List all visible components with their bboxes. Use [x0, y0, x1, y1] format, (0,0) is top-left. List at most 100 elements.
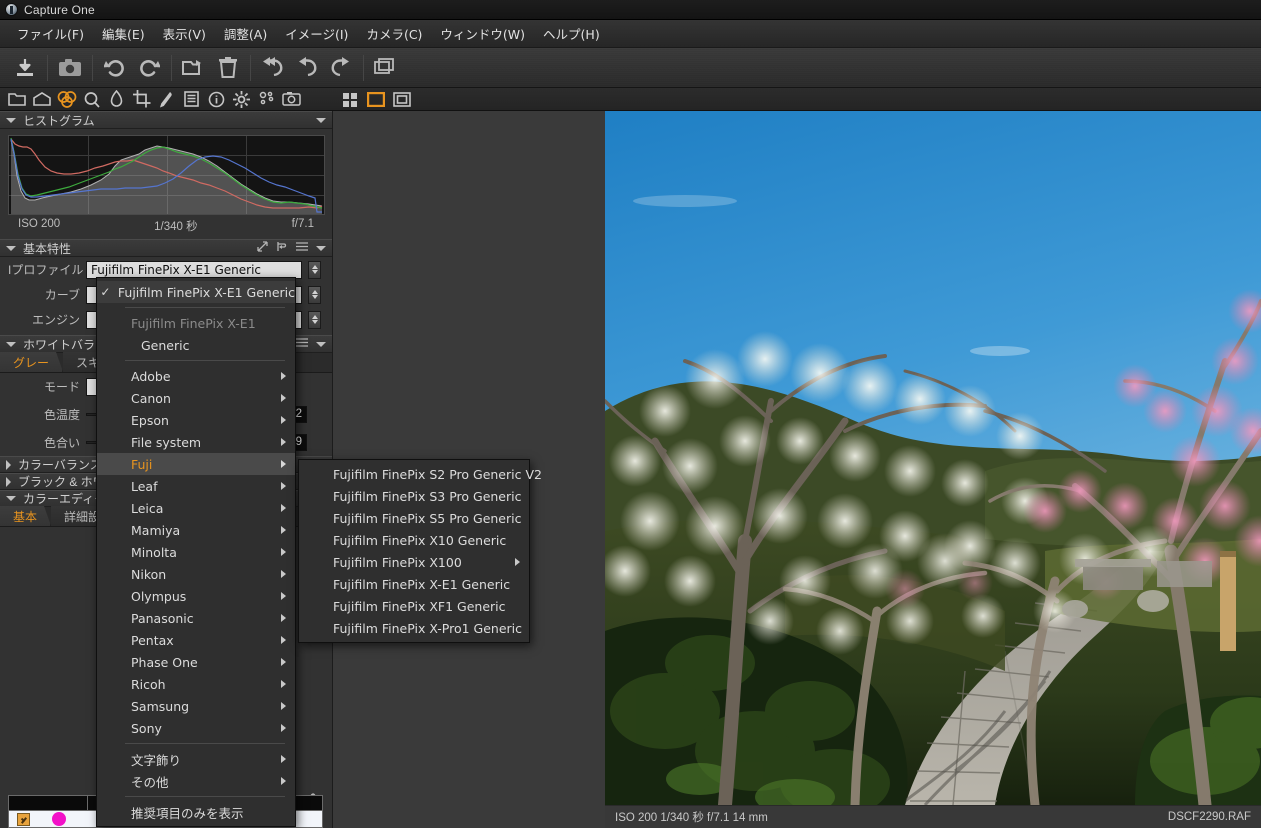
tab-wb-gray[interactable]: グレー [0, 352, 63, 372]
copy-apply-icon[interactable] [369, 48, 403, 88]
submenu-item-s5-pro-generic[interactable]: Fujifilm FinePix S5 Pro Generic [299, 507, 529, 529]
expand-icon[interactable] [257, 241, 268, 255]
tool-tab-strip [0, 88, 333, 111]
menu-item-show-recommended-only[interactable]: 推奨項目のみを表示 [97, 801, 295, 823]
tab-output-icon[interactable] [229, 88, 254, 111]
engine-stepper[interactable] [308, 310, 321, 329]
menu-item-current-profile[interactable]: ✓ Fujifilm FinePix X-E1 Generic [97, 281, 295, 303]
menu-item-other[interactable]: その他 [97, 770, 295, 792]
disclosure-triangle-icon[interactable] [6, 117, 16, 123]
menu-item-label: Fujifilm FinePix S2 Pro Generic V2 [333, 466, 542, 482]
menu-edit[interactable]: 編集(E) [93, 21, 154, 46]
menu-item-leica[interactable]: Leica [97, 497, 295, 519]
curve-stepper[interactable] [308, 285, 321, 304]
menu-window[interactable]: ウィンドウ(W) [431, 21, 534, 46]
menu-item-text-decoration[interactable]: 文字飾り [97, 748, 295, 770]
menu-item-adobe[interactable]: Adobe [97, 365, 295, 387]
tab-ce-basic[interactable]: 基本 [0, 506, 51, 526]
histogram-graph [8, 135, 325, 215]
undo-icon[interactable] [290, 48, 324, 88]
tab-lens-icon[interactable] [104, 88, 129, 111]
menu-item-phase-one[interactable]: Phase One [97, 651, 295, 673]
disclosure-triangle-icon[interactable] [6, 459, 11, 470]
capture-icon[interactable] [53, 48, 87, 88]
menu-image[interactable]: イメージ(I) [276, 21, 357, 46]
section-header-base-characteristics[interactable]: 基本特性 [0, 239, 332, 257]
menu-view[interactable]: 表示(V) [154, 21, 215, 46]
submenu-item-x100[interactable]: Fujifilm FinePix X100 [299, 551, 529, 573]
menu-help[interactable]: ヘルプ(H) [534, 21, 609, 46]
chevron-down-icon[interactable] [316, 341, 326, 347]
submenu-item-x-e1-generic[interactable]: Fujifilm FinePix X-E1 Generic [299, 573, 529, 595]
submenu-arrow-icon [281, 592, 286, 600]
menu-item-samsung[interactable]: Samsung [97, 695, 295, 717]
view-grid-icon[interactable] [337, 88, 363, 111]
icc-profile-dropdown-menu[interactable]: ✓ Fujifilm FinePix X-E1 Generic Fujifilm… [96, 277, 296, 827]
chevron-down-icon[interactable] [316, 245, 326, 251]
menu-item-leaf[interactable]: Leaf [97, 475, 295, 497]
menu-item-epson[interactable]: Epson [97, 409, 295, 431]
reset-icon[interactable] [276, 241, 288, 255]
menu-camera[interactable]: カメラ(C) [357, 21, 431, 46]
menu-item-nikon[interactable]: Nikon [97, 563, 295, 585]
submenu-item-xf1-generic[interactable]: Fujifilm FinePix XF1 Generic [299, 595, 529, 617]
disclosure-triangle-icon[interactable] [6, 341, 16, 347]
tab-camera-icon[interactable] [279, 88, 304, 111]
icc-profile-combo[interactable]: Fujifilm FinePix X-E1 Generic [86, 260, 302, 279]
tab-exposure-icon[interactable] [79, 88, 104, 111]
submenu-item-x-pro1-generic[interactable]: Fujifilm FinePix X-Pro1 Generic [299, 617, 529, 639]
submenu-item-x10-generic[interactable]: Fujifilm FinePix X10 Generic [299, 529, 529, 551]
presets-menu-icon[interactable] [296, 242, 308, 254]
menu-bar: ファイル(F) 編集(E) 表示(V) 調整(A) イメージ(I) カメラ(C)… [0, 20, 1261, 48]
tab-capture-icon[interactable] [29, 88, 54, 111]
menu-group-header-fujifilm-xe1: Fujifilm FinePix X-E1 [97, 312, 295, 334]
trash-icon[interactable] [211, 48, 245, 88]
menu-adjust[interactable]: 調整(A) [215, 21, 276, 46]
photo-canvas[interactable] [605, 111, 1261, 805]
menu-item-sony[interactable]: Sony [97, 717, 295, 739]
view-preview-icon[interactable] [389, 88, 415, 111]
tab-composition-icon[interactable] [129, 88, 154, 111]
menu-item-canon[interactable]: Canon [97, 387, 295, 409]
menu-item-generic[interactable]: Generic [97, 334, 295, 356]
menu-item-pentax[interactable]: Pentax [97, 629, 295, 651]
redo-icon[interactable] [324, 48, 358, 88]
fuji-profiles-submenu[interactable]: Fujifilm FinePix S2 Pro Generic V2 Fujif… [298, 459, 542, 643]
selected-color-dot[interactable] [52, 812, 66, 826]
view-single-icon[interactable] [363, 88, 389, 111]
tab-library-icon[interactable] [4, 88, 29, 111]
chevron-down-icon[interactable] [316, 117, 326, 123]
submenu-arrow-icon [281, 526, 286, 534]
label-wb-mode: モード [43, 380, 80, 394]
menu-item-ricoh[interactable]: Ricoh [97, 673, 295, 695]
section-header-histogram[interactable]: ヒストグラム [0, 111, 332, 129]
disclosure-triangle-icon[interactable] [6, 476, 11, 487]
rotate-left-icon[interactable] [98, 48, 132, 88]
disclosure-triangle-icon[interactable] [6, 496, 16, 501]
menu-item-minolta[interactable]: Minolta [97, 541, 295, 563]
tab-batch-icon[interactable] [254, 88, 279, 111]
icc-profile-stepper[interactable] [308, 260, 321, 279]
menu-file[interactable]: ファイル(F) [8, 21, 93, 46]
status-exif: ISO 200 1/340 秒 f/7.1 14 mm [615, 812, 768, 824]
presets-menu-icon[interactable] [296, 338, 308, 350]
tab-color-icon[interactable] [54, 88, 79, 111]
swatch-checkbox[interactable] [17, 812, 30, 826]
tab-metadata-icon[interactable] [204, 88, 229, 111]
submenu-item-s2-pro-generic-v2[interactable]: Fujifilm FinePix S2 Pro Generic V2 [299, 463, 542, 485]
menu-item-mamiya[interactable]: Mamiya [97, 519, 295, 541]
import-icon[interactable] [8, 48, 42, 88]
menu-item-olympus[interactable]: Olympus [97, 585, 295, 607]
tab-adjustments-icon[interactable] [179, 88, 204, 111]
menu-item-file-system[interactable]: File system [97, 431, 295, 453]
submenu-item-s3-pro-generic[interactable]: Fujifilm FinePix S3 Pro Generic [299, 485, 529, 507]
tab-details-icon[interactable] [154, 88, 179, 111]
menu-item-fuji[interactable]: Fuji [97, 453, 295, 475]
menu-item-panasonic[interactable]: Panasonic [97, 607, 295, 629]
disclosure-triangle-icon[interactable] [6, 245, 16, 251]
rotate-right-icon[interactable] [132, 48, 166, 88]
menu-separator [125, 307, 285, 308]
undo-all-icon[interactable] [256, 48, 290, 88]
submenu-arrow-icon [281, 570, 286, 578]
open-folder-icon[interactable] [177, 48, 211, 88]
